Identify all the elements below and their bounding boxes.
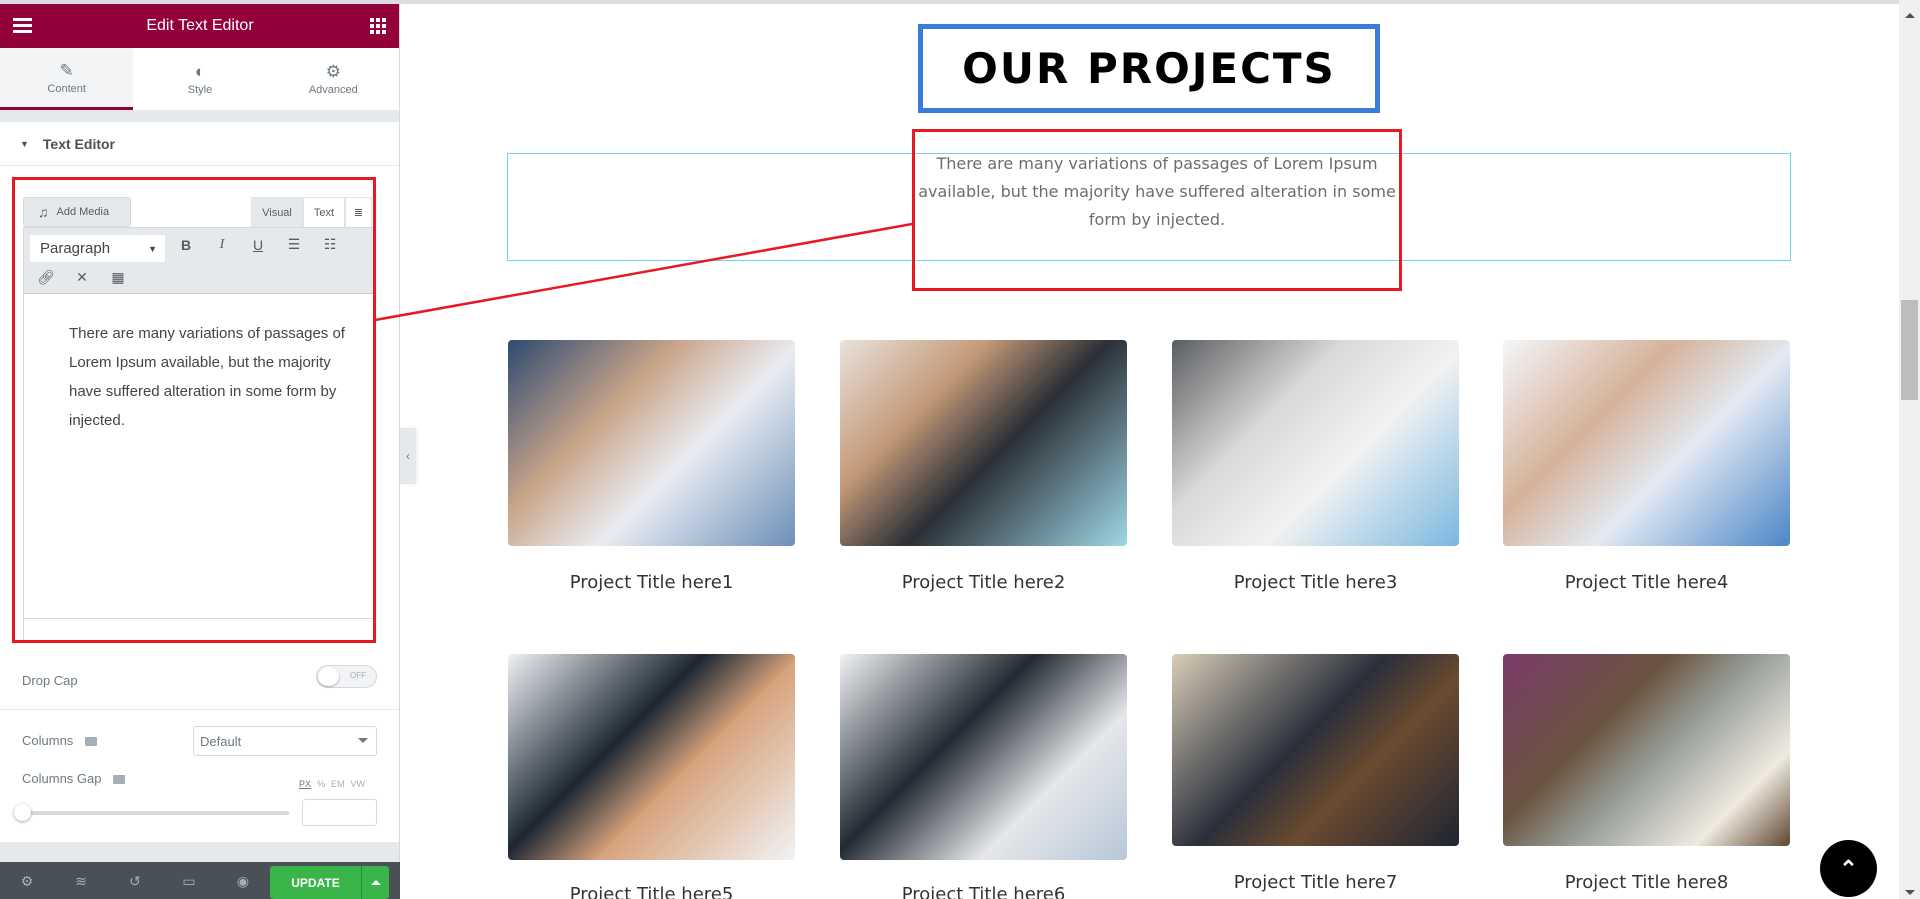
unit-switcher: PX % EM VW xyxy=(299,779,365,789)
update-button[interactable]: UPDATE xyxy=(270,866,361,899)
columns-gap-label: Columns Gap xyxy=(22,771,126,786)
project-title[interactable]: Project Title here3 xyxy=(1172,572,1459,593)
project-image[interactable] xyxy=(840,654,1127,860)
responsive-mode-icon[interactable]: ▭ xyxy=(179,873,199,890)
caret-up-icon xyxy=(370,880,381,885)
hamburger-menu-icon[interactable] xyxy=(13,18,32,33)
project-title[interactable]: Project Title here4 xyxy=(1503,572,1790,593)
desktop-icon[interactable] xyxy=(85,737,98,747)
columns-gap-input[interactable] xyxy=(302,799,377,826)
project-title[interactable]: Project Title here7 xyxy=(1172,872,1459,893)
double-chevron-up-icon: ⌃ xyxy=(1839,855,1858,881)
project-image[interactable] xyxy=(1503,340,1790,546)
back-to-top-button[interactable]: ⌃ xyxy=(1820,840,1877,897)
project-title[interactable]: Project Title here2 xyxy=(840,572,1127,593)
toggle-state: OFF xyxy=(350,671,366,680)
project-image[interactable] xyxy=(1503,654,1790,846)
project-title[interactable]: Project Title here8 xyxy=(1503,872,1790,893)
slider-handle[interactable] xyxy=(14,804,31,821)
toggle-knob xyxy=(318,667,339,686)
project-card[interactable]: Project Title here7 xyxy=(1172,654,1459,893)
columns-label: Columns xyxy=(22,733,98,748)
pencil-icon: ✎ xyxy=(59,60,74,80)
project-card[interactable]: Project Title here4 xyxy=(1503,340,1790,593)
settings-icon[interactable]: ⚙ xyxy=(17,873,37,890)
caret-down-icon: ▼ xyxy=(20,138,29,149)
annotation-highlight-text xyxy=(912,129,1402,291)
scroll-down-arrow-icon[interactable] xyxy=(1905,890,1915,895)
annotation-highlight-editor xyxy=(12,177,376,643)
project-image[interactable] xyxy=(840,340,1127,546)
project-card[interactable]: Project Title here6 xyxy=(840,654,1127,899)
project-card[interactable]: Project Title here5 xyxy=(508,654,795,899)
columns-select[interactable]: Default xyxy=(193,726,377,756)
navigator-layers-icon[interactable]: ≋ xyxy=(71,873,91,890)
preview-eye-icon[interactable]: ◉ xyxy=(233,873,253,890)
section-toggle-text-editor[interactable]: ▼ Text Editor xyxy=(0,122,399,166)
desktop-icon[interactable] xyxy=(113,775,126,785)
drop-cap-toggle[interactable]: OFF xyxy=(316,665,377,688)
columns-gap-label-text: Columns Gap xyxy=(22,771,102,786)
save-options-button[interactable] xyxy=(361,866,389,899)
scrollbar-thumb[interactable] xyxy=(1901,300,1918,400)
panel-tabs: ✎ Content ◐ Style ⚙ Advanced xyxy=(0,48,399,110)
unit-vw[interactable]: VW xyxy=(351,779,366,789)
section-title: Text Editor xyxy=(42,135,115,152)
project-card[interactable]: Project Title here1 xyxy=(508,340,795,593)
project-image[interactable] xyxy=(1172,340,1459,546)
tab-style[interactable]: ◐ Style xyxy=(133,48,266,110)
drop-cap-label: Drop Cap xyxy=(22,673,78,688)
unit-px[interactable]: PX xyxy=(299,779,311,789)
collapse-panel-button[interactable]: ‹ xyxy=(400,428,416,484)
scrollbar[interactable] xyxy=(1899,0,1920,899)
app-root: Edit Text Editor ✎ Content ◐ Style ⚙ Adv… xyxy=(0,0,1920,899)
project-image[interactable] xyxy=(508,340,795,546)
tab-label: Content xyxy=(47,82,86,95)
columns-select-value: Default xyxy=(200,733,242,749)
panel-header: Edit Text Editor xyxy=(0,4,399,48)
divider xyxy=(0,709,399,710)
project-title[interactable]: Project Title here1 xyxy=(508,572,795,593)
columns-gap-slider[interactable] xyxy=(14,804,289,821)
project-card[interactable]: Project Title here2 xyxy=(840,340,1127,593)
project-image[interactable] xyxy=(508,654,795,860)
scroll-up-arrow-icon[interactable] xyxy=(1905,13,1915,18)
project-title[interactable]: Project Title here6 xyxy=(840,884,1127,899)
panel-title: Edit Text Editor xyxy=(146,17,254,34)
unit-em[interactable]: EM xyxy=(331,779,345,789)
project-card[interactable]: Project Title here3 xyxy=(1172,340,1459,593)
project-title[interactable]: Project Title here5 xyxy=(508,884,795,899)
project-image[interactable] xyxy=(1172,654,1459,846)
project-card[interactable]: Project Title here8 xyxy=(1503,654,1790,893)
tab-content[interactable]: ✎ Content xyxy=(0,48,134,110)
tab-advanced[interactable]: ⚙ Advanced xyxy=(267,48,399,110)
chevron-left-icon: ‹ xyxy=(406,449,410,463)
caret-down-icon xyxy=(358,738,368,743)
columns-label-text: Columns xyxy=(22,733,74,748)
editor-panel: Edit Text Editor ✎ Content ◐ Style ⚙ Adv… xyxy=(0,4,400,899)
gear-icon: ⚙ xyxy=(325,62,341,81)
tab-label: Advanced xyxy=(308,84,358,96)
unit-percent[interactable]: % xyxy=(317,779,325,789)
widgets-grid-icon[interactable] xyxy=(370,18,386,34)
half-circle-icon: ◐ xyxy=(194,62,206,81)
tab-label: Style xyxy=(187,84,213,96)
history-icon[interactable]: ↺ xyxy=(125,873,145,890)
section-heading[interactable]: OUR PROJECTS xyxy=(918,24,1380,113)
